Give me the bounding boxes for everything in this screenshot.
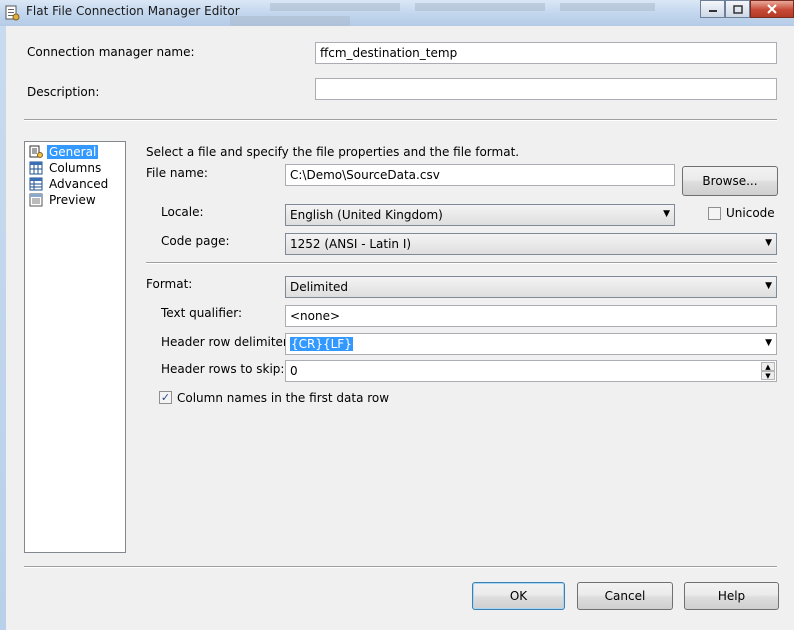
maximize-button[interactable] [725,0,750,18]
nav-item-columns[interactable]: Columns [29,160,103,176]
header-skip-stepper[interactable]: 0 ▲ ▼ [285,360,777,382]
chevron-down-icon: ▼ [765,238,772,248]
code-page-label: Code page: [161,234,230,248]
maximize-icon [732,4,743,14]
nav-item-label: General [47,145,99,159]
browse-button[interactable]: Browse... [682,166,778,196]
header-skip-value: 0 [290,364,298,378]
app-icon [5,5,20,21]
intro-text: Select a file and specify the file prope… [146,145,520,159]
file-name-label: File name: [146,166,208,180]
ok-button[interactable]: OK [472,582,565,610]
window-title: Flat File Connection Manager Editor [26,4,240,18]
general-icon [29,145,43,158]
description-label: Description: [27,85,100,99]
code-page-select[interactable]: 1252 (ANSI - Latin I) ▼ [285,233,777,255]
background-tab-ghost [230,16,350,26]
header-divider [24,119,777,121]
close-button[interactable] [750,0,794,18]
section-divider [146,262,777,264]
header-skip-label: Header rows to skip: [161,362,285,376]
help-button[interactable]: Help [684,582,779,610]
spin-down-icon[interactable]: ▼ [761,371,775,380]
nav-item-label: Preview [49,193,96,207]
page-list: General Columns Advanced Preview [24,141,126,553]
nav-item-preview[interactable]: Preview [29,192,98,208]
locale-label: Locale: [161,205,204,219]
header-delimiter-value: {CR}{LF} [290,337,353,351]
column-names-checkbox[interactable]: ✓ [159,391,172,404]
cm-name-input[interactable]: ffcm_destination_temp [315,42,777,64]
header-delimiter-combo[interactable]: {CR}{LF} ▼ [285,333,777,355]
minimize-icon [708,10,717,12]
dialog-window: Flat File Connection Manager Editor Conn… [0,0,794,630]
spin-up-icon[interactable]: ▲ [761,362,775,371]
file-name-input[interactable]: C:\Demo\SourceData.csv [285,164,675,186]
background-tab-ghost [270,3,400,11]
nav-item-general[interactable]: General [29,144,99,160]
nav-item-label: Columns [49,161,102,175]
footer-divider [24,566,777,568]
code-page-value: 1252 (ANSI - Latin I) [290,237,412,251]
columns-icon [29,161,43,175]
description-input[interactable] [315,78,777,100]
header-delimiter-label: Header row delimiter: [161,335,292,349]
format-select[interactable]: Delimited ▼ [285,276,777,298]
column-names-label: Column names in the first data row [177,391,390,405]
dialog-body: Connection manager name: ffcm_destinatio… [6,26,794,630]
format-label: Format: [146,277,193,291]
text-qualifier-label: Text qualifier: [161,306,243,320]
unicode-label: Unicode [726,206,775,220]
spin-buttons[interactable]: ▲ ▼ [761,362,775,380]
cancel-button[interactable]: Cancel [577,582,673,610]
locale-value: English (United Kingdom) [290,208,443,222]
chevron-down-icon: ▼ [765,338,772,348]
locale-select[interactable]: English (United Kingdom) ▼ [285,204,675,226]
cm-name-label: Connection manager name: [27,45,195,59]
chevron-down-icon: ▼ [663,209,670,219]
format-value: Delimited [290,280,349,294]
minimize-button[interactable] [700,0,725,18]
advanced-icon [29,177,43,191]
chevron-down-icon: ▼ [765,281,772,291]
nav-item-advanced[interactable]: Advanced [29,176,110,192]
text-qualifier-input[interactable]: <none> [285,305,777,327]
background-tab-ghost [415,3,545,11]
close-icon [767,4,777,14]
unicode-checkbox[interactable] [708,207,721,220]
nav-item-label: Advanced [49,177,109,191]
preview-icon [29,193,43,207]
title-bar[interactable]: Flat File Connection Manager Editor [0,0,794,26]
background-tab-ghost [560,3,655,11]
